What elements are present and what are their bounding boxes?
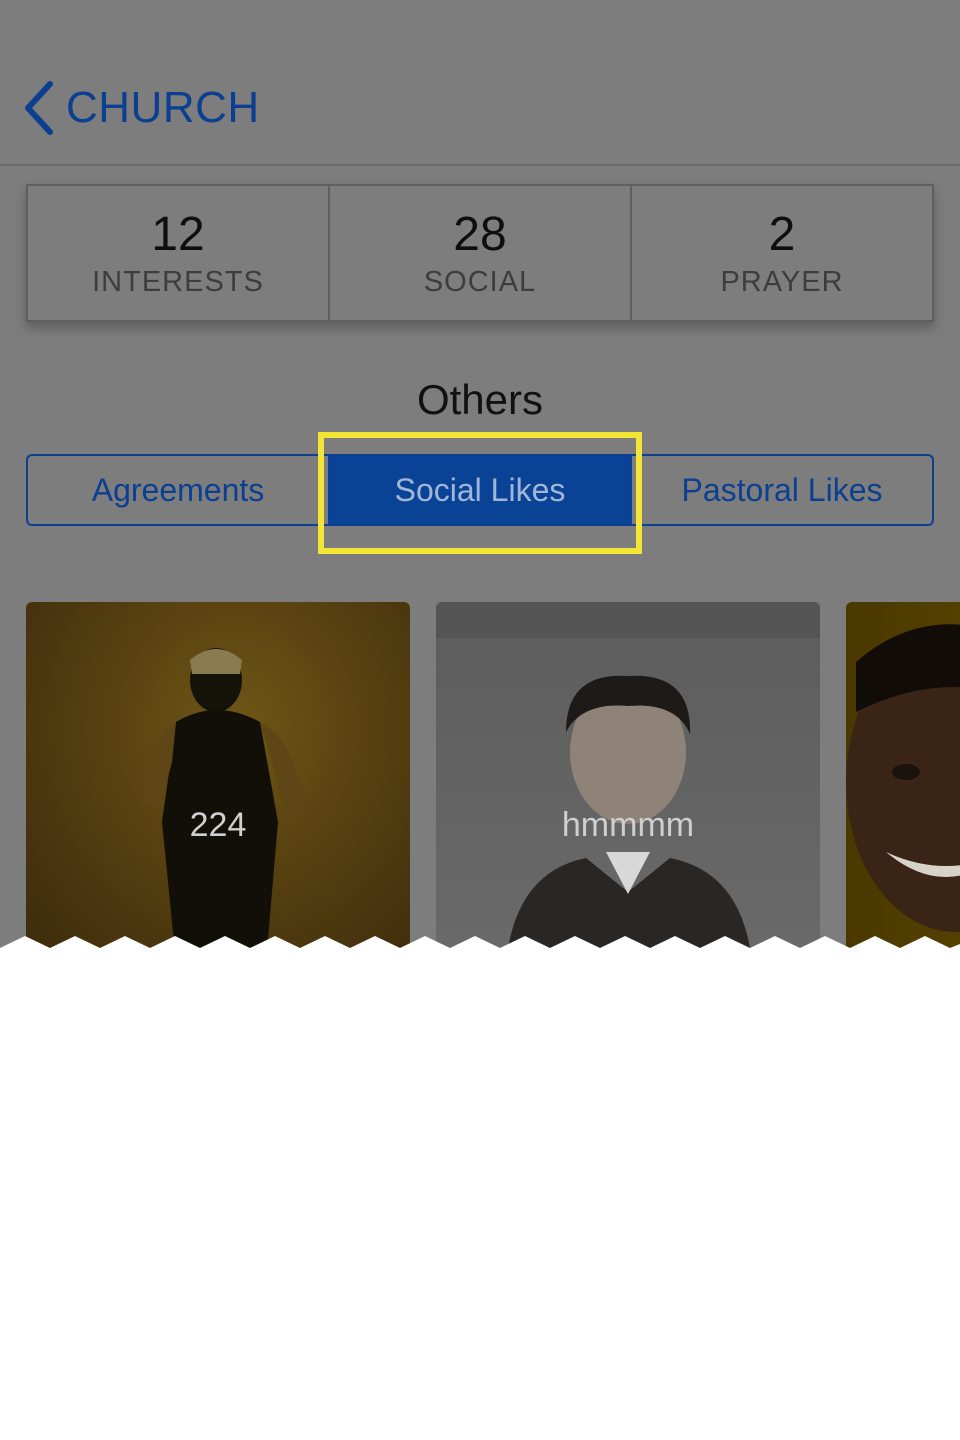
card-carousel: 224 hmmmm [26,602,960,960]
blank-area [0,968,960,1440]
person-photo [846,624,960,932]
stat-value: 28 [453,207,507,261]
stat-value: 12 [151,207,205,261]
user-card[interactable]: 224 [26,602,410,960]
section-title: Others [416,376,544,423]
card-label: hmmmm [561,806,695,844]
person-photo [436,602,820,960]
back-button-label: CHURCH [66,83,260,132]
stat-label: PRAYER [720,265,844,298]
navigation-bar: CHURCH [0,0,960,166]
user-card[interactable]: hmmmm [436,602,820,960]
chevron-left-icon [25,81,53,135]
app-screen: CHURCH 12 INTERESTS 28 SOCIAL 2 PRAYER O… [0,0,960,960]
stat-interests[interactable]: 12 INTERESTS [28,186,330,320]
segment-pastoral-likes[interactable]: Pastoral Likes [632,456,932,524]
card-label: 224 [189,806,247,844]
segmented-control: Agreements Social Likes Pastoral Likes [26,454,934,526]
stat-value: 2 [768,207,796,261]
stat-prayer[interactable]: 2 PRAYER [632,186,932,320]
stat-label: INTERESTS [92,265,264,298]
torn-edge [0,936,960,960]
segment-social-likes[interactable]: Social Likes [330,456,632,524]
stat-label: SOCIAL [423,265,537,298]
segment-agreements[interactable]: Agreements [28,456,330,524]
stats-bar: 12 INTERESTS 28 SOCIAL 2 PRAYER [26,184,934,322]
back-button[interactable]: CHURCH [20,78,260,138]
user-card[interactable] [846,602,960,960]
person-photo [144,648,306,960]
stat-social[interactable]: 28 SOCIAL [330,186,632,320]
